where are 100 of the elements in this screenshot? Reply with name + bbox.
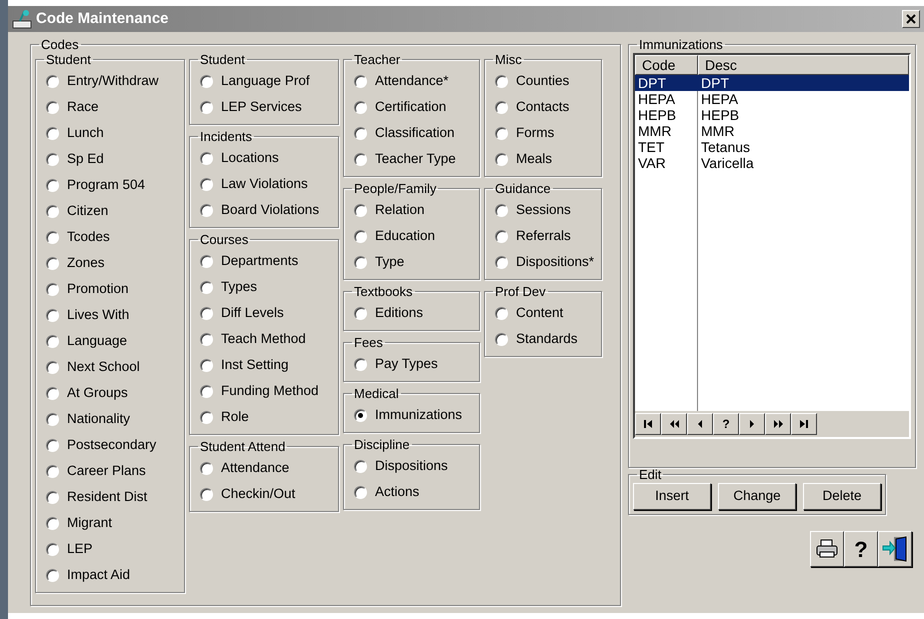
action-button[interactable]: Delete xyxy=(803,483,881,510)
radio-button[interactable] xyxy=(354,306,367,320)
radio-button[interactable] xyxy=(46,152,59,166)
radio-label[interactable]: Impact Aid xyxy=(67,564,130,586)
action-button[interactable]: Change xyxy=(718,483,796,510)
radio-button[interactable] xyxy=(495,332,508,346)
help-button[interactable]: ? xyxy=(844,531,878,567)
radio-button[interactable] xyxy=(354,230,367,242)
radio-button[interactable] xyxy=(46,490,59,504)
radio-label[interactable]: Type xyxy=(375,252,404,272)
print-button[interactable] xyxy=(810,531,844,567)
radio-button[interactable] xyxy=(200,280,213,294)
radio-button[interactable] xyxy=(354,74,367,88)
radio-button[interactable] xyxy=(354,256,367,268)
radio-label[interactable]: Program 504 xyxy=(67,174,146,196)
radio-button[interactable] xyxy=(46,438,59,452)
radio-label[interactable]: Career Plans xyxy=(67,460,146,482)
action-button[interactable]: Insert xyxy=(633,483,711,510)
radio-label[interactable]: Departments xyxy=(221,250,298,272)
radio-label[interactable]: Attendance xyxy=(221,458,290,478)
radio-button[interactable] xyxy=(200,152,213,164)
radio-button[interactable] xyxy=(46,256,59,270)
radio-label[interactable]: Inst Setting xyxy=(221,354,289,376)
radio-button[interactable] xyxy=(46,360,59,374)
radio-label[interactable]: LEP Services xyxy=(221,96,302,118)
radio-label[interactable]: Diff Levels xyxy=(221,302,284,324)
radio-label[interactable]: Lives With xyxy=(67,304,130,326)
radio-button[interactable] xyxy=(46,282,59,296)
radio-label[interactable]: Race xyxy=(67,96,99,118)
radio-button[interactable] xyxy=(354,126,367,140)
next-button[interactable] xyxy=(739,413,765,435)
radio-label[interactable]: Teach Method xyxy=(221,328,306,350)
radio-label[interactable]: At Groups xyxy=(67,382,128,404)
close-button[interactable] xyxy=(902,10,920,28)
radio-button[interactable] xyxy=(46,412,59,426)
fast-forward-button[interactable] xyxy=(765,413,791,435)
radio-button[interactable] xyxy=(46,230,59,244)
radio-label[interactable]: Editions xyxy=(375,302,424,324)
radio-button[interactable] xyxy=(46,542,59,556)
radio-button[interactable] xyxy=(495,306,508,320)
radio-label[interactable]: Sp Ed xyxy=(67,148,104,170)
radio-label[interactable]: Role xyxy=(221,406,249,428)
list-row[interactable]: MMR MMR xyxy=(635,123,909,139)
radio-label[interactable]: Checkin/Out xyxy=(221,484,296,504)
radio-button[interactable] xyxy=(46,204,59,218)
radio-label[interactable]: Language xyxy=(67,330,128,352)
radio-button[interactable] xyxy=(354,408,367,422)
radio-button[interactable] xyxy=(200,204,213,216)
radio-label[interactable]: Immunizations xyxy=(375,404,462,426)
radio-label[interactable]: Law Violations xyxy=(221,174,308,194)
radio-button[interactable] xyxy=(46,126,59,140)
radio-button[interactable] xyxy=(200,100,213,114)
radio-button[interactable] xyxy=(495,256,508,268)
column-header[interactable]: Code xyxy=(635,55,698,75)
radio-button[interactable] xyxy=(46,100,59,114)
radio-label[interactable]: Nationality xyxy=(67,408,130,430)
radio-button[interactable] xyxy=(46,568,59,582)
exit-button[interactable] xyxy=(878,531,912,567)
last-button[interactable] xyxy=(791,413,817,435)
radio-button[interactable] xyxy=(200,306,213,320)
radio-button[interactable] xyxy=(354,486,367,498)
radio-button[interactable] xyxy=(46,464,59,478)
radio-button[interactable] xyxy=(200,410,213,424)
radio-button[interactable] xyxy=(200,488,213,500)
radio-label[interactable]: Counties xyxy=(516,70,570,92)
radio-label[interactable]: Standards xyxy=(516,328,578,350)
radio-button[interactable] xyxy=(200,332,213,346)
radio-button[interactable] xyxy=(495,74,508,88)
radio-label[interactable]: Zones xyxy=(67,252,105,274)
radio-label[interactable]: Content xyxy=(516,302,564,324)
radio-button[interactable] xyxy=(354,100,367,114)
radio-label[interactable]: Relation xyxy=(375,200,425,220)
radio-button[interactable] xyxy=(354,204,367,216)
radio-button[interactable] xyxy=(46,74,59,88)
list-row[interactable]: HEPB HEPB xyxy=(635,107,909,123)
radio-button[interactable] xyxy=(200,74,213,88)
radio-label[interactable]: Resident Dist xyxy=(67,486,148,508)
radio-label[interactable]: Tcodes xyxy=(67,226,110,248)
radio-button[interactable] xyxy=(46,308,59,322)
radio-label[interactable]: Funding Method xyxy=(221,380,319,402)
radio-label[interactable]: Language Prof xyxy=(221,70,310,92)
column-header[interactable]: Desc xyxy=(698,55,909,75)
radio-button[interactable] xyxy=(200,462,213,474)
radio-label[interactable]: Actions xyxy=(375,482,420,502)
radio-button[interactable] xyxy=(46,178,59,192)
radio-button[interactable] xyxy=(495,126,508,140)
radio-button[interactable] xyxy=(46,334,59,348)
rewind-button[interactable] xyxy=(661,413,687,435)
list-row[interactable]: VAR Varicella xyxy=(635,155,909,171)
previous-button[interactable] xyxy=(687,413,713,435)
radio-label[interactable]: Teacher Type xyxy=(375,148,456,170)
radio-label[interactable]: Contacts xyxy=(516,96,570,118)
radio-label[interactable]: Forms xyxy=(516,122,554,144)
radio-button[interactable] xyxy=(46,386,59,400)
radio-label[interactable]: Next School xyxy=(67,356,140,378)
radio-label[interactable]: Education xyxy=(375,226,436,246)
radio-button[interactable] xyxy=(495,204,508,216)
radio-button[interactable] xyxy=(495,100,508,114)
radio-label[interactable]: Entry/Withdraw xyxy=(67,70,159,92)
list-row[interactable]: DPT DPT xyxy=(635,75,909,91)
